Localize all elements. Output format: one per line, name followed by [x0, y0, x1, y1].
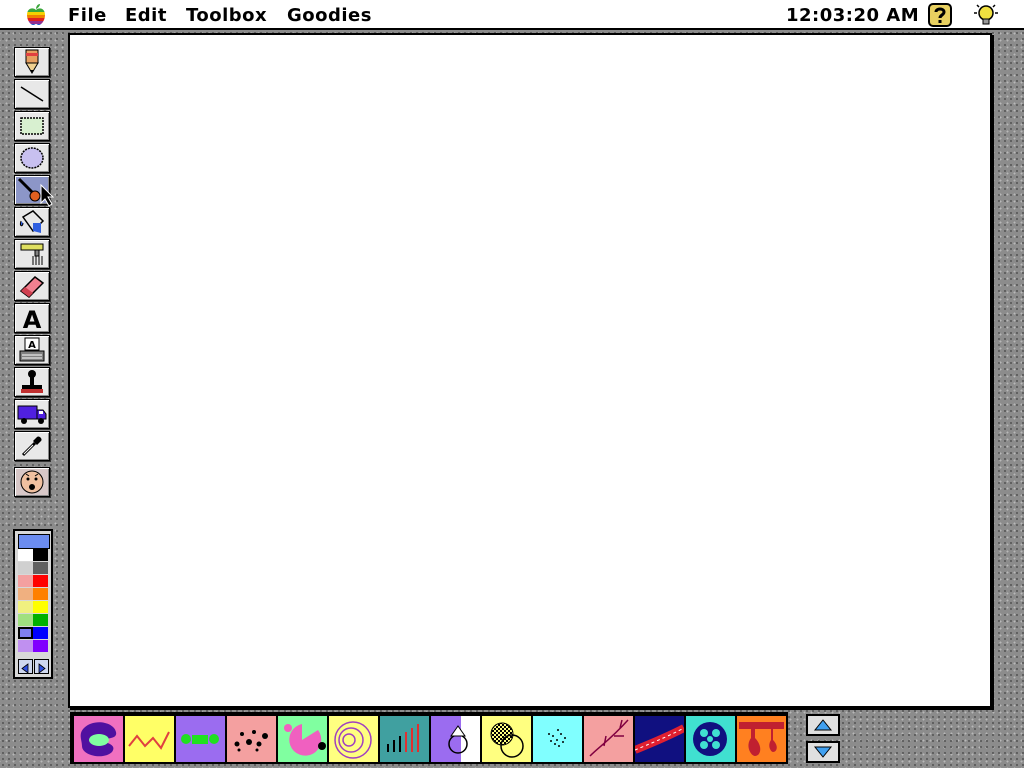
- option-dotted-line-brush[interactable]: [176, 716, 225, 762]
- color-swatch[interactable]: [18, 614, 33, 626]
- question-mark-icon[interactable]: [928, 3, 952, 27]
- face-icon: [20, 470, 44, 494]
- scroll-down-arrow-icon: [813, 746, 833, 758]
- color-swatch[interactable]: [33, 588, 48, 600]
- option-tree-brush[interactable]: [584, 716, 633, 762]
- tree-brush-icon: [584, 716, 633, 762]
- rectangle-tool[interactable]: [14, 111, 50, 141]
- line-tool[interactable]: [14, 79, 50, 109]
- color-swatch[interactable]: [33, 627, 48, 639]
- option-zigzag-brush[interactable]: [125, 716, 174, 762]
- color-swatch[interactable]: [18, 575, 33, 587]
- palette-left-arrow-icon[interactable]: [18, 659, 33, 674]
- color-swatch[interactable]: [33, 562, 48, 574]
- blob-brush-icon: [74, 716, 123, 762]
- pie-brush-icon: [278, 716, 327, 762]
- option-spots-brush[interactable]: [227, 716, 276, 762]
- option-spray-brush[interactable]: [533, 716, 582, 762]
- paint-bucket-tool[interactable]: [14, 207, 50, 237]
- pencil-icon: [25, 49, 39, 74]
- typewriter-a-icon: A: [19, 337, 45, 362]
- line-icon: [20, 86, 44, 102]
- color-palette: [13, 529, 53, 679]
- option-road-brush[interactable]: [635, 716, 684, 762]
- color-swatch[interactable]: [18, 549, 33, 561]
- letter-a-icon: A: [23, 306, 42, 331]
- color-swatch[interactable]: [33, 640, 48, 652]
- brush-icon: [17, 177, 55, 207]
- oval-icon: [20, 147, 44, 169]
- wacky-brush-tool[interactable]: [14, 175, 55, 207]
- color-swatch[interactable]: [33, 575, 48, 587]
- menu-toolbox[interactable]: Toolbox: [186, 5, 267, 26]
- current-color-swatch: [18, 534, 50, 549]
- menu-clock: 12:03:20 AM: [786, 5, 920, 26]
- scroll-up-arrow-icon: [813, 719, 833, 731]
- color-swatch[interactable]: [33, 549, 48, 561]
- alphabet-stamp-glyph: A: [28, 340, 36, 351]
- text-tool-glyph: A: [23, 306, 42, 331]
- option-drip-brush[interactable]: [737, 716, 786, 762]
- moving-van-tool[interactable]: [14, 399, 50, 429]
- spray-brush-icon: [533, 716, 582, 762]
- eyedropper-icon: [21, 436, 42, 457]
- truck-icon: [17, 405, 47, 424]
- pencil-tool[interactable]: [14, 47, 50, 77]
- menu-goodies[interactable]: Goodies: [287, 5, 372, 26]
- palette-right-arrow-icon[interactable]: [34, 659, 49, 674]
- option-pie-brush[interactable]: [278, 716, 327, 762]
- option-bars-brush[interactable]: [380, 716, 429, 762]
- option-checker-brush[interactable]: [482, 716, 531, 762]
- apple-rainbow-icon[interactable]: [24, 3, 48, 27]
- option-shapes-brush[interactable]: [431, 716, 480, 762]
- option-circles-brush[interactable]: [329, 716, 378, 762]
- oval-tool[interactable]: [14, 143, 50, 173]
- color-swatch[interactable]: [18, 588, 33, 600]
- circles-brush-icon: [329, 716, 378, 762]
- rectangle-icon: [20, 117, 44, 135]
- shapes-brush-icon: [431, 716, 480, 762]
- text-tool[interactable]: A: [14, 303, 50, 333]
- option-circles-pattern-brush[interactable]: [686, 716, 735, 762]
- color-swatch[interactable]: [18, 627, 33, 639]
- road-brush-icon: [635, 716, 684, 762]
- light-bulb-icon[interactable]: [972, 2, 1000, 28]
- bucket-icon: [19, 210, 45, 233]
- menu-edit[interactable]: Edit: [125, 5, 167, 26]
- dotted-line-brush-icon: [176, 716, 225, 762]
- tool-options-strip: [70, 712, 788, 764]
- option-blob-brush[interactable]: [74, 716, 123, 762]
- color-swatch[interactable]: [33, 601, 48, 613]
- menu-bar: File Edit Toolbox Goodies 12:03:20 AM: [0, 0, 1024, 30]
- menu-file[interactable]: File: [68, 5, 107, 26]
- drawing-canvas[interactable]: [68, 33, 992, 708]
- color-swatch[interactable]: [18, 601, 33, 613]
- spots-brush-icon: [227, 716, 276, 762]
- drip-brush-icon: [737, 716, 786, 762]
- stamp-icon: [21, 370, 43, 393]
- scroll-up-button[interactable]: [806, 714, 840, 736]
- alphabet-stamp-tool[interactable]: A: [14, 335, 50, 365]
- checker-brush-icon: [482, 716, 531, 762]
- scroll-down-button[interactable]: [806, 741, 840, 763]
- eraser-icon: [19, 276, 45, 298]
- circles-pattern-brush-icon: [686, 716, 735, 762]
- eraser-tool[interactable]: [14, 271, 50, 301]
- mixer-icon: [20, 243, 44, 265]
- rubber-stamp-tool[interactable]: [14, 367, 50, 397]
- wacky-mixer-tool[interactable]: [14, 239, 50, 269]
- eyedropper-tool[interactable]: [14, 431, 50, 461]
- undo-guy-tool[interactable]: [14, 467, 50, 497]
- color-swatch[interactable]: [33, 614, 48, 626]
- color-swatch[interactable]: [18, 562, 33, 574]
- color-swatch[interactable]: [18, 640, 33, 652]
- zigzag-brush-icon: [125, 716, 174, 762]
- bars-brush-icon: [380, 716, 429, 762]
